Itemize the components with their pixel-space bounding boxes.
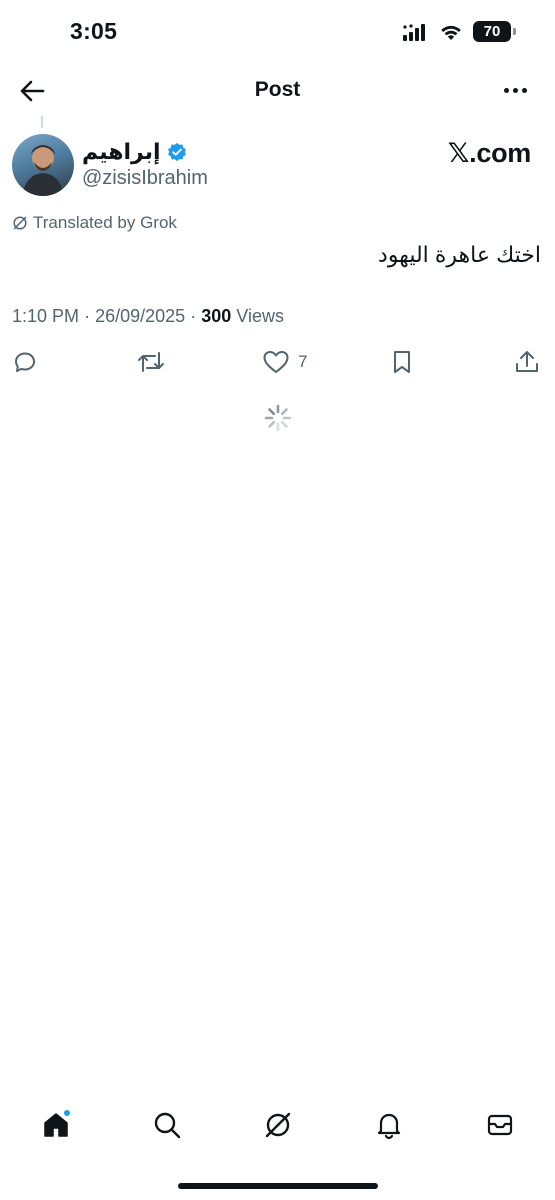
bookmark-icon: [394, 351, 410, 373]
views-count: 300: [201, 306, 232, 326]
signal-icon: [403, 23, 425, 41]
post-meta: 1:10 PM · 26/09/2025 · 300 Views: [12, 306, 284, 327]
post-text: اختك عاهرة اليهود: [378, 242, 541, 267]
author-name[interactable]: إبراهيم: [82, 139, 187, 165]
avatar-photo: [22, 145, 64, 196]
x-com-watermark: 𝕏.com: [447, 138, 532, 168]
wifi-icon: [441, 25, 461, 40]
nav-header: Post: [0, 66, 555, 114]
tab-messages[interactable]: [483, 1108, 517, 1142]
repost-icon: [138, 352, 164, 372]
more-options-button[interactable]: [504, 80, 527, 100]
like-button[interactable]: 7: [262, 349, 307, 375]
thread-line: [41, 116, 43, 128]
loading-spinner-icon: [264, 404, 292, 432]
verified-badge-icon: [167, 142, 186, 162]
avatar[interactable]: [12, 134, 74, 196]
notifications-icon: [377, 1113, 401, 1140]
meta-separator: ·: [84, 306, 91, 326]
action-bar: 7: [0, 343, 555, 383]
ellipsis-icon: [504, 87, 509, 93]
tab-bar: [0, 1100, 555, 1150]
bookmark-button[interactable]: [390, 349, 414, 375]
views-label: Views: [236, 306, 284, 326]
author-handle[interactable]: @zisisIbrahim: [82, 167, 208, 190]
meta-separator-2: ·: [190, 306, 197, 326]
home-notification-dot: [63, 1109, 71, 1117]
grok-icon: [13, 216, 27, 230]
post-time[interactable]: 1:10 PM: [12, 306, 79, 326]
search-icon: [154, 1112, 181, 1139]
repost-button[interactable]: [136, 349, 166, 375]
tab-grok[interactable]: [261, 1108, 295, 1142]
page-title: Post: [254, 78, 301, 101]
battery-level: 70: [483, 23, 501, 40]
tab-notifications[interactable]: [372, 1108, 406, 1142]
author-name-text: إبراهيم: [82, 139, 161, 164]
like-count: 7: [298, 352, 308, 371]
grok-icon: [265, 1112, 291, 1138]
share-button[interactable]: [514, 349, 540, 375]
home-indicator[interactable]: [178, 1183, 378, 1189]
translated-by-grok[interactable]: Translated by Grok: [12, 213, 177, 233]
reply-icon: [15, 352, 35, 372]
battery-icon: 70: [473, 21, 516, 42]
tab-search[interactable]: [150, 1108, 184, 1142]
translated-label: Translated by Grok: [33, 213, 177, 232]
tab-home[interactable]: [39, 1108, 73, 1142]
post-date[interactable]: 26/09/2025: [95, 306, 185, 326]
messages-icon: [487, 1114, 513, 1136]
like-icon: [263, 351, 289, 373]
share-icon: [516, 351, 538, 372]
status-time: 3:05: [70, 18, 118, 44]
status-bar: 3:05 70: [0, 0, 555, 66]
reply-button[interactable]: [12, 349, 38, 375]
status-icons: 70: [403, 21, 516, 42]
